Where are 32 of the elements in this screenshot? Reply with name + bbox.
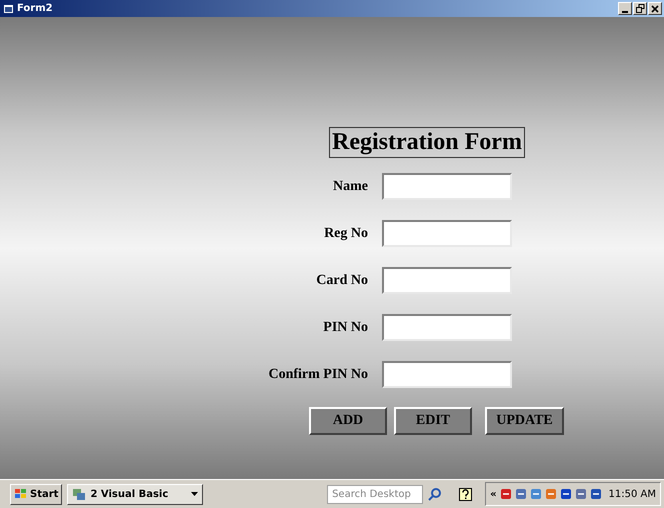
input-field[interactable] xyxy=(382,314,512,341)
caret-icon xyxy=(191,492,198,496)
close-icon xyxy=(651,4,659,12)
input-field[interactable] xyxy=(382,173,512,200)
restore-button[interactable] xyxy=(633,2,647,15)
input-field[interactable] xyxy=(382,361,512,388)
form-button[interactable]: ADD xyxy=(309,407,387,435)
clock: 11:50 AM xyxy=(608,488,656,500)
form-heading: Registration Form xyxy=(329,127,525,158)
restore-icon xyxy=(636,4,644,13)
help-icon[interactable] xyxy=(459,488,472,500)
taskbar-task[interactable]: 2 Visual Basic xyxy=(67,484,204,504)
windows-icon xyxy=(72,487,86,501)
minimize-icon xyxy=(622,10,628,12)
input-field[interactable] xyxy=(382,220,512,247)
field-label: PIN No xyxy=(323,320,368,336)
tray-toggle[interactable]: « xyxy=(490,488,497,500)
close-button[interactable] xyxy=(648,2,662,15)
search-icon[interactable] xyxy=(428,487,442,501)
form-button[interactable]: EDIT xyxy=(394,407,472,435)
window-icon xyxy=(4,4,14,14)
field-label: Reg No xyxy=(324,226,368,242)
field-label: Name xyxy=(333,178,368,194)
field-label: Confirm PIN No xyxy=(268,366,368,382)
field-label: Card No xyxy=(316,272,368,288)
search-field[interactable]: Search Desktop xyxy=(327,484,424,504)
form-button[interactable]: UPDATE xyxy=(485,407,564,435)
minimize-button[interactable] xyxy=(618,2,632,15)
windows-logo-icon xyxy=(14,488,28,500)
input-field[interactable] xyxy=(382,267,512,294)
start-button[interactable]: Start xyxy=(10,484,62,504)
window-title: Form2 xyxy=(17,3,54,14)
